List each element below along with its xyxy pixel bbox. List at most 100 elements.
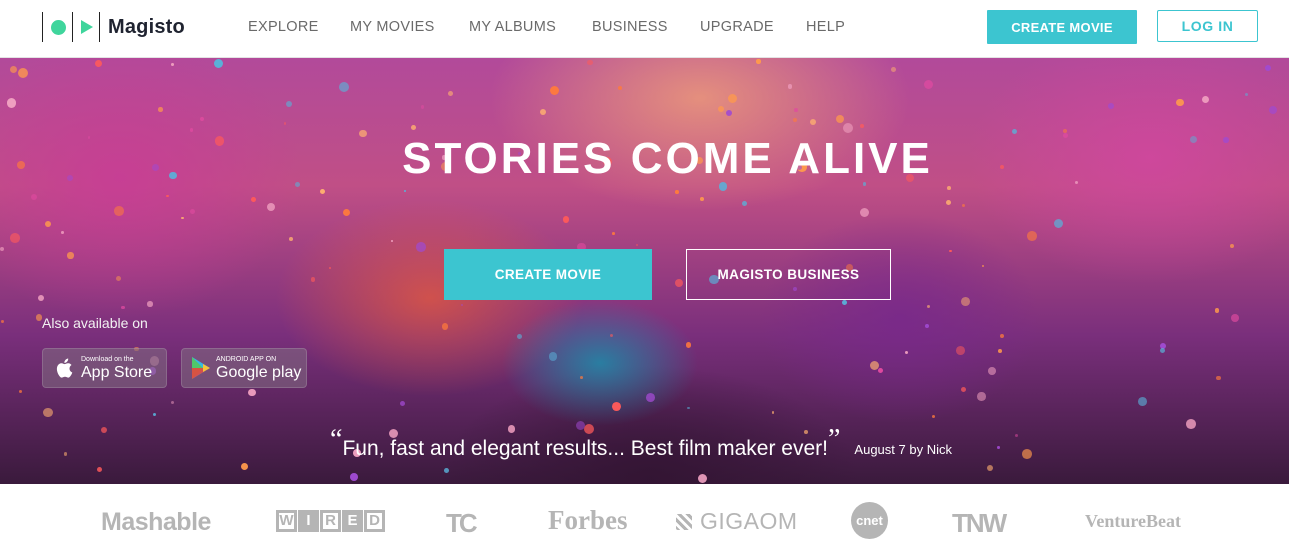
paint-speck xyxy=(338,82,349,93)
paint-speck xyxy=(1000,334,1005,339)
paint-speck xyxy=(1202,95,1210,103)
paint-speck xyxy=(947,186,951,191)
paint-speck xyxy=(43,407,53,418)
app-store-big-text: App Store xyxy=(81,363,153,381)
paint-speck xyxy=(171,400,175,405)
paint-speck xyxy=(997,446,1000,450)
paint-speck xyxy=(350,473,358,481)
press-logos-bar: Mashable WIRED TC Forbes GIGAOM cnet TNW… xyxy=(0,484,1289,560)
paint-speck xyxy=(1214,308,1219,313)
top-navigation-bar: Magisto EXPLORE MY MOVIES MY ALBUMS BUSI… xyxy=(0,0,1289,58)
paint-speck xyxy=(404,190,407,193)
paint-speck xyxy=(960,386,966,392)
paint-speck xyxy=(310,277,316,282)
paint-speck xyxy=(981,265,984,268)
paint-speck xyxy=(399,401,406,407)
wired-logo: WIRED xyxy=(276,510,386,532)
paint-speck xyxy=(67,252,74,259)
nav-help[interactable]: HELP xyxy=(806,19,845,35)
forbes-logo: Forbes xyxy=(548,505,628,535)
paint-speck xyxy=(1022,448,1033,459)
techcrunch-logo: TC xyxy=(446,508,478,538)
paint-speck xyxy=(1229,243,1234,248)
paint-speck xyxy=(121,305,125,309)
hero-title: STORIES COME ALIVE xyxy=(402,134,933,183)
logo-dot-icon xyxy=(51,19,66,35)
nav-upgrade[interactable]: UPGRADE xyxy=(700,19,774,35)
hero-banner: STORIES COME ALIVE CREATE MOVIE MAGISTO … xyxy=(0,58,1289,484)
paint-speck xyxy=(115,276,121,282)
paint-speck xyxy=(988,367,996,375)
paint-speck xyxy=(410,124,416,130)
open-quote-mark: “ xyxy=(330,424,343,455)
tnw-logo: TNW xyxy=(952,508,1007,538)
paint-speck xyxy=(95,60,103,68)
also-available-label: Also available on xyxy=(42,315,148,331)
google-play-badge[interactable]: ANDROID APP ON Google play xyxy=(181,348,307,388)
paint-speck xyxy=(998,349,1003,353)
paint-speck xyxy=(771,410,775,414)
paint-speck xyxy=(60,231,64,234)
google-play-big-text: Google play xyxy=(216,363,302,381)
paint-speck xyxy=(727,93,737,103)
paint-speck xyxy=(562,216,570,224)
paint-speck xyxy=(550,86,560,96)
nav-explore[interactable]: EXPLORE xyxy=(248,19,319,35)
paint-speck xyxy=(618,85,623,90)
paint-speck xyxy=(905,351,909,355)
paint-speck xyxy=(611,402,621,412)
paint-speck xyxy=(687,406,690,410)
paint-speck xyxy=(6,98,17,109)
mashable-logo: Mashable xyxy=(101,508,211,536)
nav-my-movies[interactable]: MY MOVIES xyxy=(350,19,435,35)
login-button[interactable]: LOG IN xyxy=(1157,10,1258,42)
gigaom-wordmark: GIGAOM xyxy=(700,508,798,534)
magisto-business-button[interactable]: MAGISTO BUSINESS xyxy=(686,249,891,300)
paint-speck xyxy=(19,390,23,394)
cnet-logo: cnet xyxy=(851,502,888,539)
create-movie-button[interactable]: CREATE MOVIE xyxy=(987,10,1137,44)
paint-speck xyxy=(448,91,453,97)
paint-speck xyxy=(241,462,249,470)
paint-speck xyxy=(877,367,884,373)
app-store-badge[interactable]: Download on the App Store xyxy=(42,348,167,388)
paint-speck xyxy=(342,208,351,217)
paint-speck xyxy=(283,122,287,125)
apple-icon xyxy=(56,358,73,378)
paint-speck xyxy=(1015,434,1019,438)
paint-speck xyxy=(636,244,639,247)
paint-speck xyxy=(891,66,897,72)
paint-speck xyxy=(685,342,692,348)
paint-speck xyxy=(1054,218,1064,228)
paint-speck xyxy=(147,301,153,307)
quote-text: Fun, fast and elegant results... Best fi… xyxy=(342,437,828,460)
paint-speck xyxy=(319,188,325,194)
paint-speck xyxy=(0,247,5,252)
magisto-logo[interactable]: Magisto xyxy=(42,12,185,42)
paint-speck xyxy=(717,106,724,113)
paint-speck xyxy=(441,322,449,330)
paint-speck xyxy=(1137,396,1147,406)
close-quote-mark: ” xyxy=(827,424,841,455)
google-play-small-text: ANDROID APP ON xyxy=(216,355,277,363)
paint-speck xyxy=(809,119,816,126)
gigaom-logo: GIGAOM xyxy=(676,508,798,535)
gigaom-grid-icon xyxy=(676,513,692,530)
paint-speck xyxy=(250,197,256,203)
paint-speck xyxy=(956,346,966,356)
paint-speck xyxy=(1216,375,1221,380)
paint-speck xyxy=(986,464,994,472)
nav-my-albums[interactable]: MY ALBUMS xyxy=(469,19,556,35)
paint-speck xyxy=(516,334,522,339)
nav-business[interactable]: BUSINESS xyxy=(592,19,668,35)
paint-speck xyxy=(1244,92,1248,96)
paint-speck xyxy=(961,297,971,307)
paint-speck xyxy=(1230,313,1239,322)
paint-speck xyxy=(248,389,256,397)
paint-speck xyxy=(289,236,294,241)
hero-create-movie-button[interactable]: CREATE MOVIE xyxy=(444,249,652,300)
logo-play-icon xyxy=(81,20,93,34)
paint-speck xyxy=(390,239,394,243)
paint-speck xyxy=(181,216,184,220)
testimonial-quote: “ Fun, fast and elegant results... Best … xyxy=(330,424,952,464)
